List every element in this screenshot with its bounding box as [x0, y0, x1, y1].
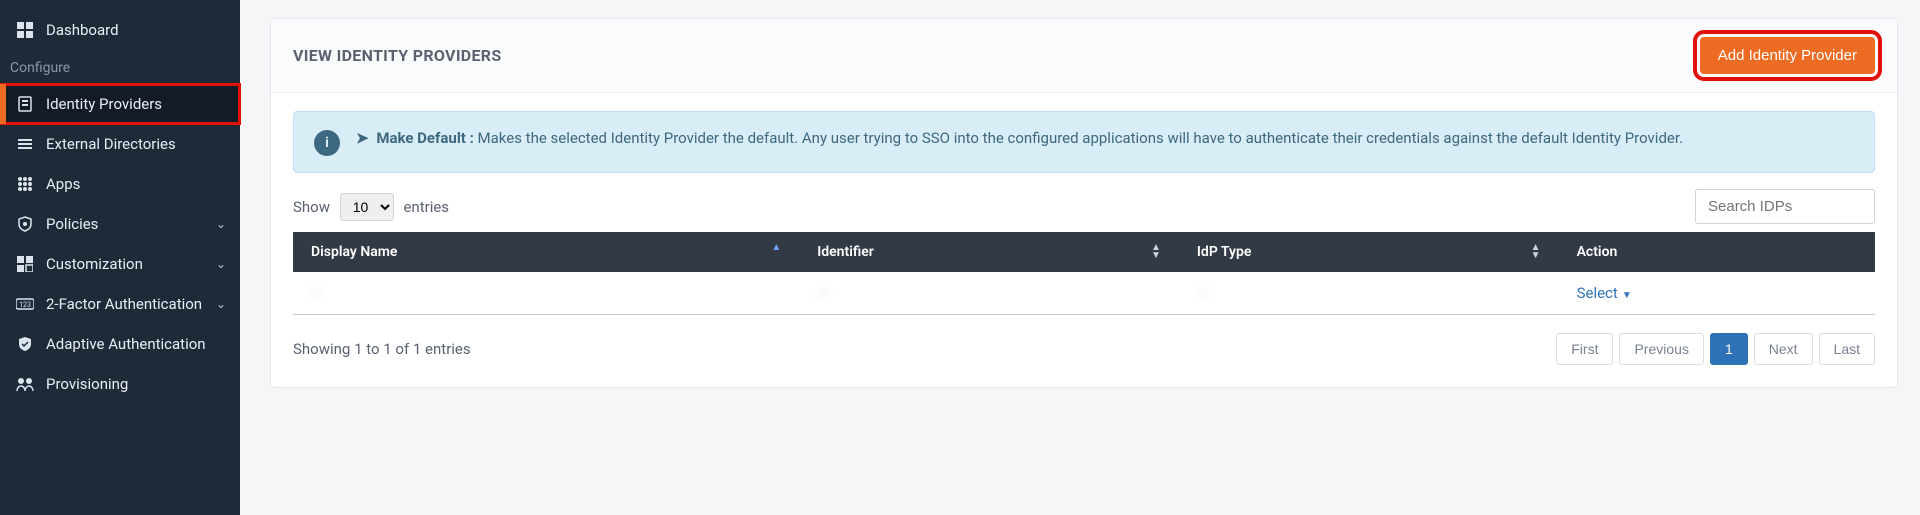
table-controls: Show 10 entries [293, 189, 1875, 224]
entries-control: Show 10 entries [293, 193, 449, 221]
sidebar-item-label: Apps [46, 175, 80, 193]
sidebar-item-dashboard[interactable]: Dashboard [0, 10, 240, 50]
col-identifier[interactable]: Identifier ▲▼ [799, 232, 1179, 272]
cursor-icon: ➤ [356, 129, 369, 147]
sidebar: Dashboard Configure Identity Providers E… [0, 0, 240, 515]
info-description: Makes the selected Identity Provider the… [478, 129, 1683, 147]
card-body: i ➤ Make Default : Makes the selected Id… [271, 93, 1897, 387]
caret-down-icon: ▼ [1622, 290, 1632, 301]
sidebar-item-label: Policies [46, 215, 98, 233]
sort-icon: ▲▼ [1531, 244, 1541, 260]
sidebar-item-label: Customization [46, 255, 143, 273]
entries-select[interactable]: 10 [340, 193, 394, 221]
search-input[interactable] [1695, 189, 1875, 224]
main-content: VIEW IDENTITY PROVIDERS Add Identity Pro… [240, 0, 1920, 515]
pager-first[interactable]: First [1556, 333, 1613, 365]
shield-check-icon [16, 335, 34, 353]
sidebar-item-identity-providers[interactable]: Identity Providers [0, 84, 240, 124]
card-header: VIEW IDENTITY PROVIDERS Add Identity Pro… [271, 19, 1897, 93]
sort-icon: ▲▼ [1151, 244, 1161, 260]
sidebar-item-apps[interactable]: Apps [0, 164, 240, 204]
external-directories-icon [16, 135, 34, 153]
col-action: Action [1559, 232, 1875, 272]
provisioning-icon [16, 375, 34, 393]
pager-next[interactable]: Next [1754, 333, 1813, 365]
sidebar-item-policies[interactable]: Policies ⌄ [0, 204, 240, 244]
identity-providers-icon [16, 95, 34, 113]
table-footer: Showing 1 to 1 of 1 entries First Previo… [293, 333, 1875, 365]
page-title: VIEW IDENTITY PROVIDERS [293, 46, 502, 65]
row-action-select[interactable]: Select▼ [1577, 284, 1632, 302]
showing-info: Showing 1 to 1 of 1 entries [293, 340, 471, 358]
chevron-down-icon: ⌄ [216, 297, 226, 311]
col-display-name[interactable]: Display Name ▲ [293, 232, 799, 272]
sidebar-item-label: Adaptive Authentication [46, 335, 206, 353]
pager-last[interactable]: Last [1819, 333, 1875, 365]
add-identity-provider-button[interactable]: Add Identity Provider [1700, 37, 1875, 74]
sidebar-item-2fa[interactable]: 123 2-Factor Authentication ⌄ [0, 284, 240, 324]
info-text: ➤ Make Default : Makes the selected Iden… [356, 128, 1683, 150]
info-box: i ➤ Make Default : Makes the selected Id… [293, 111, 1875, 173]
cell-identifier: — [817, 284, 829, 302]
sidebar-section-configure: Configure [0, 50, 240, 84]
identity-providers-card: VIEW IDENTITY PROVIDERS Add Identity Pro… [270, 18, 1898, 388]
sidebar-item-label: 2-Factor Authentication [46, 295, 202, 313]
cell-idp-type: — [1197, 284, 1209, 302]
sidebar-item-label: Dashboard [46, 21, 119, 39]
show-label: Show [293, 198, 330, 216]
sort-icon: ▲ [771, 244, 781, 252]
svg-text:123: 123 [19, 301, 31, 309]
cell-display-name: — [311, 284, 323, 302]
chevron-down-icon: ⌄ [216, 217, 226, 231]
policies-icon [16, 215, 34, 233]
dashboard-icon [16, 21, 34, 39]
customization-icon [16, 255, 34, 273]
pager-page-1[interactable]: 1 [1710, 333, 1748, 365]
pagination: First Previous 1 Next Last [1556, 333, 1875, 365]
sidebar-item-adaptive-auth[interactable]: Adaptive Authentication [0, 324, 240, 364]
sidebar-item-label: Identity Providers [46, 95, 162, 113]
apps-icon [16, 175, 34, 193]
sidebar-item-label: Provisioning [46, 375, 128, 393]
two-factor-icon: 123 [16, 295, 34, 313]
info-title: Make Default : [376, 129, 474, 147]
table-row: — — — Select▼ [293, 272, 1875, 315]
sidebar-item-external-directories[interactable]: External Directories [0, 124, 240, 164]
sidebar-item-provisioning[interactable]: Provisioning [0, 364, 240, 404]
entries-label: entries [403, 198, 449, 216]
sidebar-item-label: External Directories [46, 135, 176, 153]
info-icon: i [314, 130, 340, 156]
chevron-down-icon: ⌄ [216, 257, 226, 271]
sidebar-item-customization[interactable]: Customization ⌄ [0, 244, 240, 284]
pager-previous[interactable]: Previous [1619, 333, 1703, 365]
identity-providers-table: Display Name ▲ Identifier ▲▼ IdP Type ▲▼ [293, 232, 1875, 315]
col-idp-type[interactable]: IdP Type ▲▼ [1179, 232, 1559, 272]
